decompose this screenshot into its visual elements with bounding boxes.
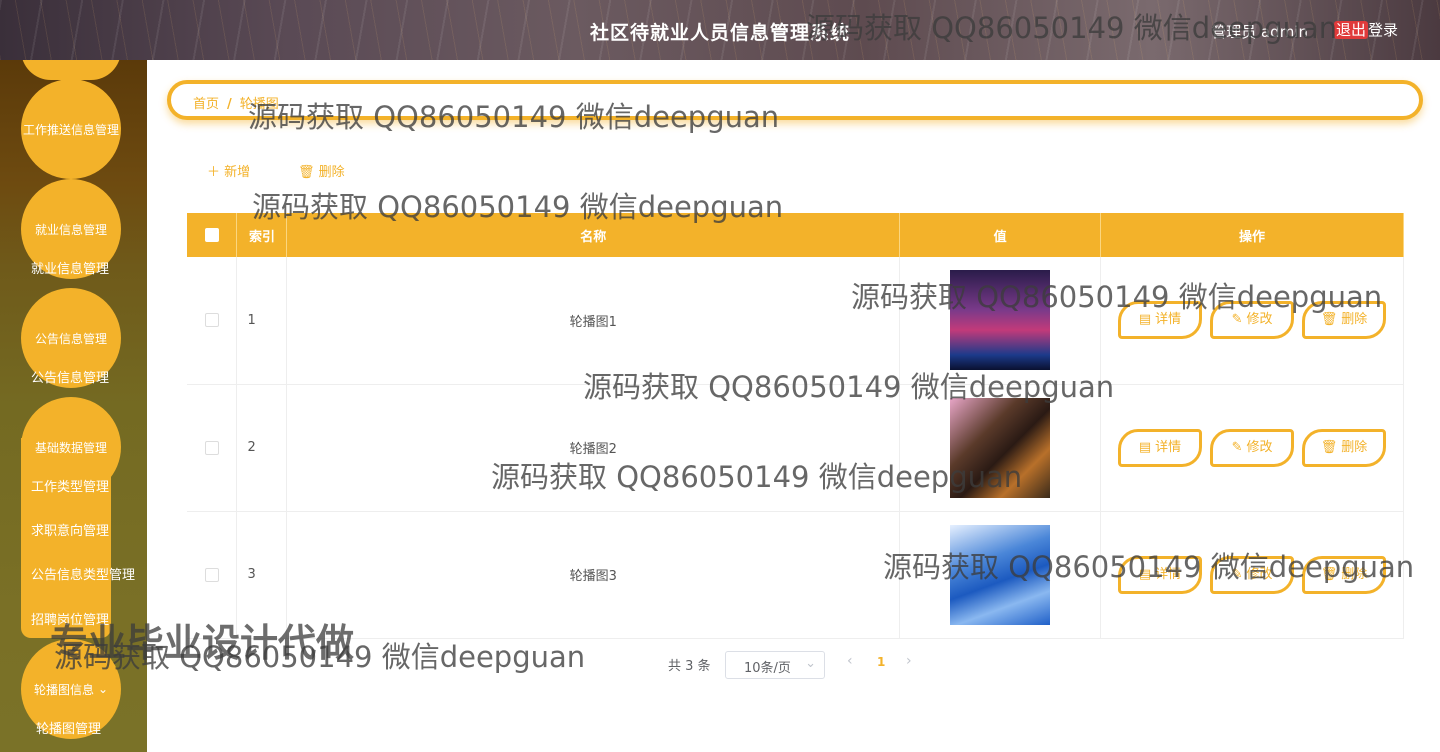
pencil-icon: ✎ <box>1231 312 1243 328</box>
next-page-button[interactable]: › <box>906 653 912 669</box>
breadcrumb: 首页 / 轮播图 <box>193 93 279 112</box>
breadcrumb-separator: / <box>227 97 232 112</box>
table-row: 2 轮播图2 ▤ 详情 ✎ 修改 🗑 删除 <box>187 384 1404 512</box>
detail-button[interactable]: ▤ 详情 <box>1118 301 1203 340</box>
row-actions: ▤ 详情 ✎ 修改 🗑 删除 <box>1100 384 1404 512</box>
row-checkbox[interactable] <box>204 567 219 582</box>
prev-page-button[interactable]: ‹ <box>847 653 853 669</box>
add-button-label: 新增 <box>224 165 251 180</box>
row-name: 轮播图1 <box>286 257 901 385</box>
watermark-big-text: 专业毕业设计代做 <box>50 621 355 665</box>
sidebar-item-label: 轮播图信息 <box>33 682 94 697</box>
breadcrumb-current: 轮播图 <box>239 97 279 112</box>
sidebar-sub-carousel[interactable]: 轮播图管理 <box>36 718 101 737</box>
row-image-cell <box>899 511 1102 639</box>
document-icon: ▤ <box>1138 566 1152 582</box>
logout-highlight-text: 退出 <box>1333 21 1368 39</box>
page-size-value: 10条/页 <box>744 661 791 676</box>
trash-icon: 🗑 <box>1320 566 1338 582</box>
column-header-name: 名称 <box>286 213 901 257</box>
column-header-value: 值 <box>899 213 1102 257</box>
edit-button[interactable]: ✎ 修改 <box>1210 301 1295 340</box>
breadcrumb-bar: 首页 / 轮播图 <box>167 80 1423 120</box>
page-size-select[interactable]: 10条/页 ⌄ <box>725 651 825 679</box>
delete-button[interactable]: 🗑 删除 <box>1302 555 1387 594</box>
add-button[interactable]: ＋ 新增 <box>207 161 250 180</box>
carousel-image[interactable] <box>950 270 1051 371</box>
carousel-image[interactable] <box>950 397 1051 498</box>
row-actions: ▤ 详情 ✎ 修改 🗑 删除 <box>1100 511 1404 639</box>
row-index: 1 <box>236 257 288 385</box>
row-select-cell <box>187 384 238 512</box>
select-all-cell <box>187 213 238 257</box>
sidebar-sub-employment[interactable]: 就业信息管理 <box>31 258 109 277</box>
row-actions: ▤ 详情 ✎ 修改 🗑 删除 <box>1100 257 1404 385</box>
delete-label: 删除 <box>1341 566 1368 582</box>
sidebar-item-work-push[interactable]: 工作推送信息管理 <box>21 79 121 179</box>
sidebar-sub-work-type[interactable]: 工作类型管理 <box>31 476 109 495</box>
sidebar-item-label: 就业信息管理 <box>34 222 107 237</box>
edit-button[interactable]: ✎ 修改 <box>1210 428 1295 467</box>
delete-button-label: 删除 <box>318 165 345 180</box>
row-index: 2 <box>236 384 288 512</box>
document-icon: ▤ <box>1138 439 1152 455</box>
chevron-down-icon: ⌄ <box>805 656 816 671</box>
table-row: 3 轮播图3 ▤ 详情 ✎ 修改 🗑 删除 <box>187 511 1404 639</box>
pagination-total: 共 3 条 <box>668 659 711 674</box>
carousel-table: 索引 名称 值 操作 1 轮播图1 ▤ 详情 ✎ 修改 🗑 删除 2 轮播图2 ▤ 详情 ✎ 修… <box>187 213 1404 639</box>
select-all-checkbox[interactable] <box>204 228 219 242</box>
delete-button[interactable]: 🗑 删除 <box>1302 428 1387 467</box>
table-row: 1 轮播图1 ▤ 详情 ✎ 修改 🗑 删除 <box>187 257 1404 385</box>
sidebar-sub-notice-type[interactable]: 公告信息类型管理 <box>31 564 135 583</box>
row-image-cell <box>899 257 1102 385</box>
row-name: 轮播图2 <box>286 384 901 512</box>
row-select-cell <box>187 257 238 385</box>
edit-label: 修改 <box>1246 439 1273 455</box>
row-checkbox[interactable] <box>204 440 219 455</box>
carousel-image[interactable] <box>950 524 1051 625</box>
sidebar-sub-job-intention[interactable]: 求职意向管理 <box>31 520 109 539</box>
detail-label: 详情 <box>1155 566 1182 582</box>
top-header: 社区待就业人员信息管理系统 管理员 admin 退出 登录 <box>0 0 1440 60</box>
edit-button[interactable]: ✎ 修改 <box>1210 555 1295 594</box>
trash-icon: 🗑 <box>1320 439 1338 455</box>
trash-icon: 🗑 <box>1320 312 1338 328</box>
row-checkbox[interactable] <box>204 313 219 328</box>
plus-icon: ＋ <box>207 165 221 180</box>
sidebar-item-label: 基础数据管理 <box>34 440 107 455</box>
sidebar-item-label: 工作推送信息管理 <box>22 122 119 137</box>
sidebar-partial-item[interactable] <box>21 60 121 80</box>
pencil-icon: ✎ <box>1231 439 1243 455</box>
logout-button[interactable]: 退出 登录 <box>1333 19 1398 40</box>
delete-label: 删除 <box>1341 439 1368 455</box>
current-page-number[interactable]: 1 <box>877 655 885 669</box>
sidebar-item-label: 公告信息管理 <box>34 331 107 346</box>
batch-delete-button[interactable]: 🗑 删除 <box>298 161 345 180</box>
delete-button[interactable]: 🗑 删除 <box>1302 301 1387 340</box>
sidebar-sub-notice[interactable]: 公告信息管理 <box>31 367 109 386</box>
logout-rest-text: 登录 <box>1367 21 1398 39</box>
edit-label: 修改 <box>1246 312 1273 328</box>
table-header-row: 索引 名称 值 操作 <box>187 213 1404 257</box>
column-header-actions: 操作 <box>1100 213 1404 257</box>
detail-label: 详情 <box>1155 439 1182 455</box>
delete-label: 删除 <box>1341 312 1368 328</box>
row-name: 轮播图3 <box>286 511 901 639</box>
pencil-icon: ✎ <box>1231 566 1243 582</box>
detail-label: 详情 <box>1155 312 1182 328</box>
edit-label: 修改 <box>1246 566 1273 582</box>
trash-icon: 🗑 <box>298 165 315 180</box>
detail-button[interactable]: ▤ 详情 <box>1118 428 1203 467</box>
document-icon: ▤ <box>1138 312 1152 328</box>
column-header-index: 索引 <box>236 213 288 257</box>
row-image-cell <box>899 384 1102 512</box>
breadcrumb-home[interactable]: 首页 <box>193 97 219 112</box>
detail-button[interactable]: ▤ 详情 <box>1118 555 1203 594</box>
chevron-down-icon: ⌄ <box>97 682 109 696</box>
current-user-label: 管理员 admin <box>1211 23 1308 41</box>
